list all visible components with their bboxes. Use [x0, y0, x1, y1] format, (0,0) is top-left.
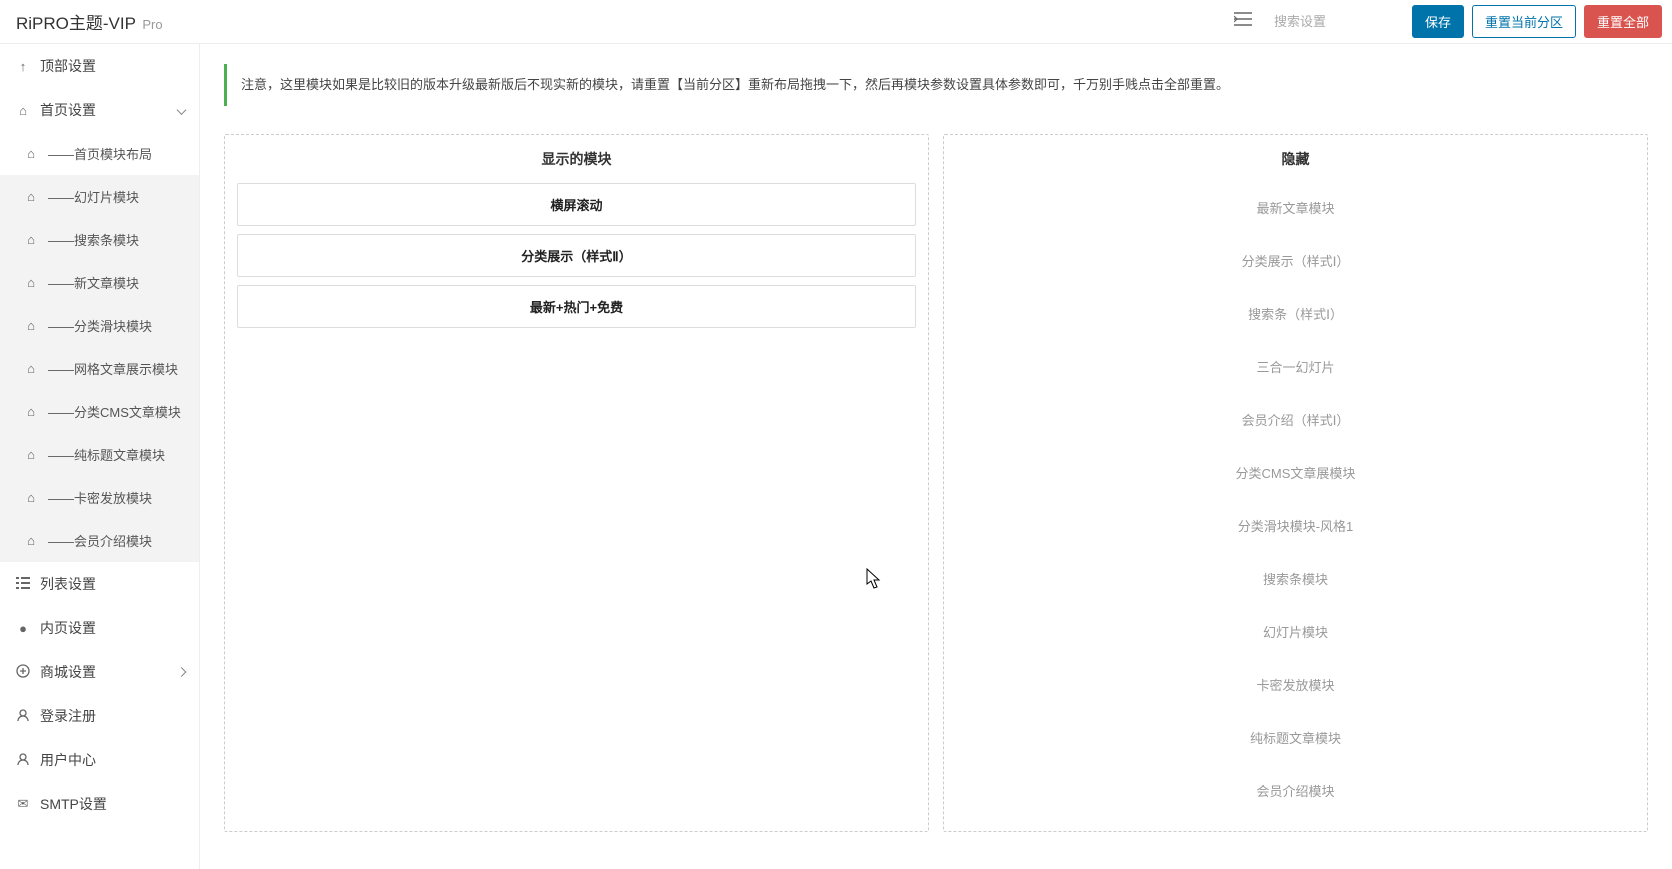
- subnav-slideshow[interactable]: ⌂ ——幻灯片模块: [0, 175, 199, 218]
- module-item[interactable]: 三合一幻灯片: [956, 342, 1635, 391]
- home-icon: ⌂: [14, 103, 32, 118]
- nav-label: 商城设置: [40, 662, 96, 682]
- module-item[interactable]: 搜索条（样式Ⅰ）: [956, 289, 1635, 338]
- home-icon: ⌂: [22, 275, 40, 290]
- nav-home-settings[interactable]: ⌂ 首页设置: [0, 88, 199, 132]
- module-item[interactable]: 纯标题文章模块: [956, 713, 1635, 762]
- subnav-grid-article[interactable]: ⌂ ——网格文章展示模块: [0, 347, 199, 390]
- module-sortable-area: 显示的模块 横屏滚动 分类展示（样式Ⅱ） 最新+热门+免费 隐藏 最新文章模块 …: [200, 134, 1672, 869]
- nav-label: ——幻灯片模块: [48, 187, 139, 206]
- app-title: RiPRO主题-VIP Pro: [10, 9, 163, 34]
- subnav-member-intro[interactable]: ⌂ ——会员介绍模块: [0, 519, 199, 562]
- nav-list-settings[interactable]: 列表设置: [0, 562, 199, 606]
- hidden-modules-column[interactable]: 隐藏 最新文章模块 分类展示（样式Ⅰ） 搜索条（样式Ⅰ） 三合一幻灯片 会员介绍…: [943, 134, 1648, 832]
- nav-top-settings[interactable]: ↑ 顶部设置: [0, 44, 199, 88]
- nav-shop-settings[interactable]: 商城设置: [0, 650, 199, 694]
- shown-column-title: 显示的模块: [225, 135, 928, 183]
- nav-label: 内页设置: [40, 618, 96, 638]
- home-icon: ⌂: [22, 361, 40, 376]
- nav-login-register[interactable]: 登录注册: [0, 694, 199, 738]
- module-item[interactable]: 会员介绍模块: [956, 766, 1635, 815]
- nav-label: ——搜索条模块: [48, 230, 139, 249]
- module-item[interactable]: 幻灯片模块: [956, 607, 1635, 656]
- expand-icon[interactable]: [1230, 8, 1256, 35]
- subnav-category-slider[interactable]: ⌂ ——分类滑块模块: [0, 304, 199, 347]
- nav-user-center[interactable]: 用户中心: [0, 738, 199, 782]
- list-icon: [14, 577, 32, 592]
- nav-label: ——新文章模块: [48, 273, 139, 292]
- search-input[interactable]: [1264, 8, 1404, 35]
- home-icon: ⌂: [22, 447, 40, 462]
- home-icon: ⌂: [22, 533, 40, 548]
- nav-smtp-settings[interactable]: ✉ SMTP设置: [0, 782, 199, 826]
- hidden-column-title: 隐藏: [944, 135, 1647, 183]
- circle-icon: ●: [14, 621, 32, 636]
- envelope-icon: ✉: [14, 796, 32, 812]
- nav-label: ——分类CMS文章模块: [48, 402, 181, 421]
- nav-inner-settings[interactable]: ● 内页设置: [0, 606, 199, 650]
- home-icon: ⌂: [22, 232, 40, 247]
- module-item[interactable]: 最新+热门+免费: [237, 285, 916, 328]
- module-item[interactable]: 搜索条模块: [956, 554, 1635, 603]
- header-actions: 保存 重置当前分区 重置全部: [1230, 5, 1662, 38]
- save-button[interactable]: 保存: [1412, 5, 1464, 38]
- nav-label: ——卡密发放模块: [48, 488, 152, 507]
- arrow-up-icon: ↑: [14, 59, 32, 74]
- nav-label: 用户中心: [40, 750, 96, 770]
- home-icon: ⌂: [22, 189, 40, 204]
- user-icon: [14, 752, 32, 769]
- module-item[interactable]: 横屏滚动: [237, 183, 916, 226]
- nav-label: SMTP设置: [40, 794, 107, 814]
- plus-circle-icon: [14, 664, 32, 681]
- module-item[interactable]: 最新文章模块: [956, 183, 1635, 232]
- module-item[interactable]: 分类展示（样式Ⅱ）: [237, 234, 916, 277]
- home-icon: ⌂: [22, 404, 40, 419]
- subnav-card-release[interactable]: ⌂ ——卡密发放模块: [0, 476, 199, 519]
- header: RiPRO主题-VIP Pro 保存 重置当前分区 重置全部: [0, 0, 1672, 44]
- subnav-home-layout[interactable]: ⌂ ——首页模块布局: [0, 132, 199, 175]
- subnav-new-article[interactable]: ⌂ ——新文章模块: [0, 261, 199, 304]
- nav-home-children: ⌂ ——首页模块布局 ⌂ ——幻灯片模块 ⌂ ——搜索条模块 ⌂ ——新文章模块…: [0, 132, 199, 562]
- nav-label: ——网格文章展示模块: [48, 359, 178, 378]
- module-item[interactable]: 分类展示（样式Ⅰ）: [956, 236, 1635, 285]
- home-icon: ⌂: [22, 146, 40, 161]
- nav-label: 列表设置: [40, 574, 96, 594]
- module-item[interactable]: 卡密发放模块: [956, 660, 1635, 709]
- reset-section-button[interactable]: 重置当前分区: [1472, 5, 1576, 38]
- hidden-module-list: 最新文章模块 分类展示（样式Ⅰ） 搜索条（样式Ⅰ） 三合一幻灯片 会员介绍（样式…: [944, 183, 1647, 831]
- nav-label: 登录注册: [40, 706, 96, 726]
- module-item[interactable]: 分类滑块模块-风格1: [956, 501, 1635, 550]
- nav-label: ——分类滑块模块: [48, 316, 152, 335]
- sidebar: ↑ 顶部设置 ⌂ 首页设置 ⌂ ——首页模块布局 ⌂ ——幻灯片模块 ⌂ ——搜…: [0, 44, 200, 869]
- nav-label: ——纯标题文章模块: [48, 445, 165, 464]
- nav-label: 顶部设置: [40, 56, 96, 76]
- shown-module-list: 横屏滚动 分类展示（样式Ⅱ） 最新+热门+免费: [225, 183, 928, 348]
- home-icon: ⌂: [22, 490, 40, 505]
- module-item[interactable]: 会员介绍（样式Ⅰ）: [956, 395, 1635, 444]
- notice-banner: 注意，这里模块如果是比较旧的版本升级最新版后不现实新的模块，请重置【当前分区】重…: [224, 64, 1648, 106]
- user-icon: [14, 708, 32, 725]
- subnav-search-bar[interactable]: ⌂ ——搜索条模块: [0, 218, 199, 261]
- nav-label: 首页设置: [40, 100, 96, 120]
- nav-label: ——首页模块布局: [48, 144, 152, 163]
- home-icon: ⌂: [22, 318, 40, 333]
- subnav-title-only[interactable]: ⌂ ——纯标题文章模块: [0, 433, 199, 476]
- content: 注意，这里模块如果是比较旧的版本升级最新版后不现实新的模块，请重置【当前分区】重…: [200, 44, 1672, 869]
- nav-label: ——会员介绍模块: [48, 531, 152, 550]
- subnav-category-cms[interactable]: ⌂ ——分类CMS文章模块: [0, 390, 199, 433]
- shown-modules-column[interactable]: 显示的模块 横屏滚动 分类展示（样式Ⅱ） 最新+热门+免费: [224, 134, 929, 832]
- reset-all-button[interactable]: 重置全部: [1584, 5, 1662, 38]
- module-item[interactable]: 分类CMS文章展模块: [956, 448, 1635, 497]
